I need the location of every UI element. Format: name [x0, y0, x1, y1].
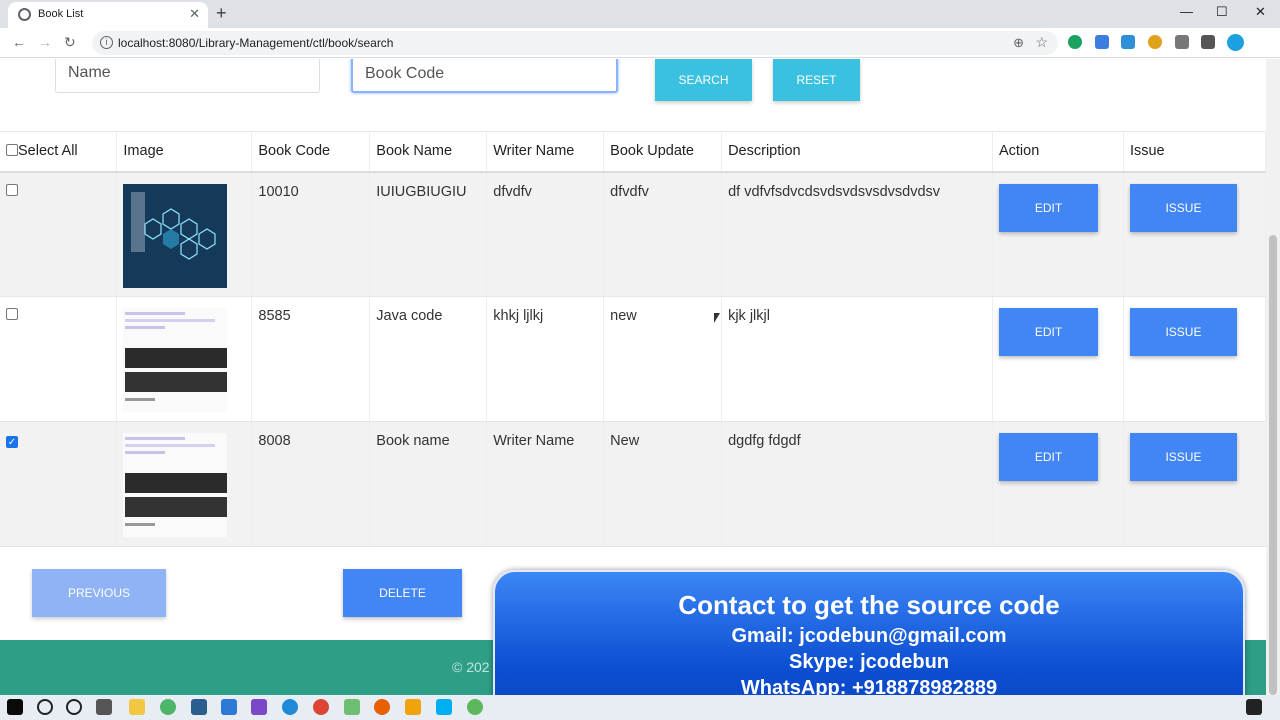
- search-button[interactable]: SEARCH: [655, 59, 752, 101]
- book-update-cell: New: [603, 421, 723, 547]
- table-row: ✓ 8008 Book name Writer Name New dgdfg f…: [0, 421, 1266, 547]
- edit-button[interactable]: EDIT: [998, 183, 1098, 232]
- download-extension-icon[interactable]: [1095, 35, 1109, 49]
- visual-studio-icon[interactable]: [251, 699, 267, 715]
- skype-icon[interactable]: [436, 699, 452, 715]
- window-close-button[interactable]: ✕: [1255, 4, 1266, 20]
- book-name-cell: IUIUGBIUGIU: [369, 171, 488, 297]
- select-all-label: Select All: [18, 143, 78, 160]
- row-checkbox[interactable]: [6, 308, 18, 320]
- camera-extension-icon[interactable]: [1175, 35, 1189, 49]
- book-code-cell: 8008: [251, 421, 371, 547]
- windows-taskbar: [0, 695, 1280, 720]
- description-cell: df vdfvfsdvcdsvdsvdsvsdvsdvdsv: [721, 171, 993, 297]
- table-header-row: Select All Image Book Code Book Name Wri…: [0, 131, 1266, 173]
- overlay-gmail: Gmail: jcodebun@gmail.com: [731, 625, 1007, 647]
- action-header: Action: [992, 131, 1124, 173]
- table-row: 8585 Java code khkj ljlkj new kjk jlkjl …: [0, 296, 1266, 422]
- scrollbar-thumb[interactable]: [1269, 235, 1277, 695]
- puzzle-icon[interactable]: [1201, 35, 1215, 49]
- edit-button[interactable]: EDIT: [998, 433, 1098, 481]
- browser-tab-strip: Book List ✕ + — ☐ ✕: [0, 0, 1280, 28]
- copyright-text: © 202: [452, 659, 490, 675]
- app-icon[interactable]: [467, 699, 483, 715]
- edit-button[interactable]: EDIT: [998, 308, 1098, 356]
- forward-button[interactable]: →: [38, 34, 52, 50]
- firefox-icon[interactable]: [374, 699, 390, 715]
- book-update-cell: new: [603, 296, 723, 422]
- table-row: 10010 IUIUGBIUGIU dfvdfv dfvdfv df vdfvf…: [0, 171, 1266, 297]
- zoom-icon[interactable]: ⊕: [1013, 35, 1024, 51]
- book-cover-image: [123, 433, 228, 537]
- issue-button[interactable]: ISSUE: [1129, 433, 1237, 481]
- reset-button[interactable]: RESET: [773, 59, 860, 101]
- book-update-header: Book Update: [603, 131, 723, 173]
- new-tab-button[interactable]: +: [216, 3, 227, 24]
- vscode-icon[interactable]: [221, 699, 237, 715]
- previous-button[interactable]: PREVIOUS: [32, 569, 166, 617]
- chrome-icon[interactable]: [313, 699, 329, 715]
- description-header: Description: [721, 131, 993, 173]
- browser-tab[interactable]: Book List ✕: [8, 2, 208, 28]
- notification-icon[interactable]: [1246, 699, 1262, 715]
- minimize-button[interactable]: —: [1180, 4, 1193, 19]
- cortana-icon[interactable]: [66, 699, 82, 715]
- slack-icon[interactable]: [344, 699, 360, 715]
- description-cell: dgdfg fdgdf: [721, 421, 993, 547]
- book-cover-image: [123, 308, 228, 412]
- book-cover-image: [123, 183, 228, 288]
- writer-name-header: Writer Name: [486, 131, 605, 173]
- issue-header: Issue: [1123, 131, 1266, 173]
- address-bar[interactable]: i localhost:8080/Library-Management/ctl/…: [92, 31, 1058, 55]
- name-search-input[interactable]: Name: [55, 59, 320, 93]
- file-explorer-icon[interactable]: [129, 699, 145, 715]
- globe-icon: [18, 8, 31, 21]
- description-cell: kjk jlkjl: [721, 296, 993, 422]
- overlay-heading: Contact to get the source code: [678, 590, 1060, 620]
- edge-icon[interactable]: [282, 699, 298, 715]
- search-icon[interactable]: [37, 699, 53, 715]
- writer-name-cell: khkj ljlkj: [486, 296, 605, 422]
- row-checkbox[interactable]: [6, 183, 18, 196]
- app-icon[interactable]: [191, 699, 207, 715]
- info-icon[interactable]: i: [100, 36, 113, 49]
- select-all-header[interactable]: Select All: [0, 131, 118, 173]
- overlay-skype: Skype: jcodebun: [788, 651, 950, 673]
- book-name-cell: Book name: [369, 421, 488, 547]
- windows-start-icon[interactable]: [7, 699, 23, 715]
- browser-toolbar: ← → ↻ i localhost:8080/Library-Managemen…: [0, 28, 1280, 77]
- select-all-checkbox[interactable]: [6, 144, 18, 157]
- writer-name-cell: dfvdfv: [486, 171, 605, 297]
- extension-icon[interactable]: [1121, 35, 1135, 49]
- book-code-cell: 8585: [251, 296, 371, 422]
- reload-button[interactable]: ↻: [64, 34, 76, 51]
- delete-button[interactable]: DELETE: [343, 569, 462, 617]
- sublime-icon[interactable]: [405, 699, 421, 715]
- issue-button[interactable]: ISSUE: [1129, 183, 1237, 232]
- app-icon[interactable]: [160, 699, 176, 715]
- grammarly-extension-icon[interactable]: [1068, 35, 1082, 49]
- profile-avatar[interactable]: [1227, 34, 1244, 51]
- writer-name-cell: Writer Name: [486, 421, 605, 547]
- book-code-search-input[interactable]: Book Code: [351, 59, 618, 93]
- mouse-cursor: [714, 313, 720, 323]
- bookmark-star-icon[interactable]: ☆: [1035, 34, 1048, 51]
- maximize-button[interactable]: ☐: [1216, 4, 1228, 20]
- book-code-header: Book Code: [251, 131, 371, 173]
- book-table: Select All Image Book Code Book Name Wri…: [0, 131, 1266, 547]
- task-view-icon[interactable]: [96, 699, 112, 715]
- back-button[interactable]: ←: [12, 34, 26, 50]
- book-code-cell: 10010: [251, 171, 371, 297]
- tab-close-icon[interactable]: ✕: [189, 6, 200, 22]
- image-header: Image: [116, 131, 253, 173]
- book-name-cell: Java code: [369, 296, 488, 422]
- tab-title: Book List: [38, 8, 84, 20]
- url-text[interactable]: localhost:8080/Library-Management/ctl/bo…: [118, 36, 393, 50]
- row-checkbox-checked[interactable]: ✓: [6, 436, 18, 448]
- vertical-scrollbar[interactable]: [1266, 59, 1280, 695]
- book-name-header: Book Name: [369, 131, 488, 173]
- book-update-cell: dfvdfv: [603, 171, 723, 297]
- issue-button[interactable]: ISSUE: [1129, 308, 1237, 356]
- color-extension-icon[interactable]: [1148, 35, 1162, 49]
